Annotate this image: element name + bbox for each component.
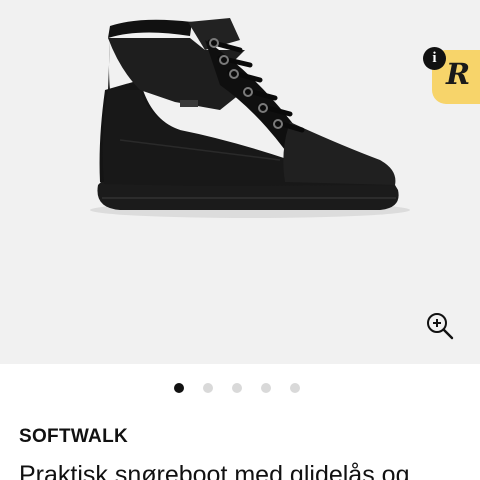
product-brand[interactable]: SOFTWALK: [19, 426, 128, 448]
gallery-pagination: [174, 382, 300, 394]
product-image-gallery[interactable]: R i: [0, 0, 480, 364]
pagination-dot[interactable]: [261, 383, 271, 393]
info-icon[interactable]: i: [423, 47, 446, 70]
product-title: Praktisk snøreboot med glidelås og: [19, 461, 410, 480]
pagination-dot[interactable]: [203, 383, 213, 393]
zoom-in-icon[interactable]: [424, 310, 456, 342]
pagination-dot[interactable]: [174, 383, 184, 393]
pagination-dot[interactable]: [290, 383, 300, 393]
badge-letter: R: [446, 57, 471, 91]
pagination-dot[interactable]: [232, 383, 242, 393]
product-image-boot[interactable]: [80, 10, 410, 220]
